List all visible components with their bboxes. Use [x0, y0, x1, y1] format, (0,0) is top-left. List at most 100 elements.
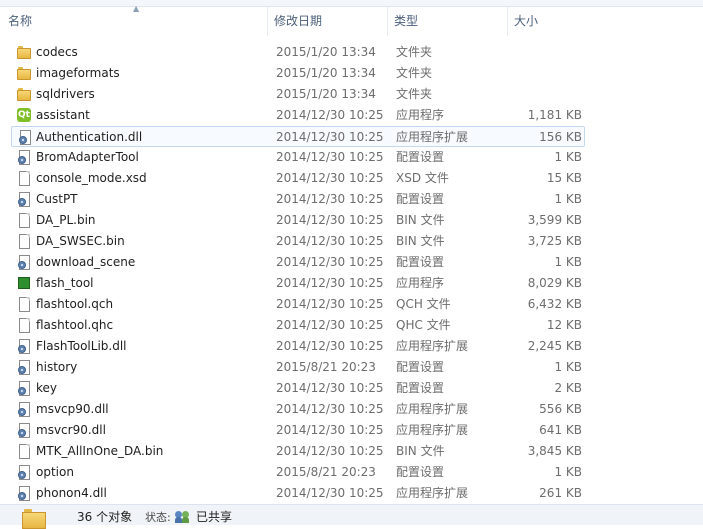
file-type: BIN 文件: [396, 234, 445, 248]
file-row[interactable]: DA_SWSEC.bin 2014/12/30 10:25 BIN 文件 3,725 …: [0, 231, 703, 252]
file-type: 应用程序扩展: [396, 130, 469, 144]
file-row[interactable]: phonon4.dll 2014/12/30 10:25 应用程序扩展 261 KB: [0, 483, 703, 504]
file-type: 配置设置: [396, 192, 445, 206]
status-bar: 36 个对象 状态: 已共享: [0, 504, 703, 529]
file-row[interactable]: codecs 2015/1/20 13:34 文件夹: [0, 42, 703, 63]
file-row[interactable]: MTK_AllInOne_DA.bin 2014/12/30 10:25 BIN 文…: [0, 441, 703, 462]
file-name: MTK_AllInOne_DA.bin: [36, 444, 164, 458]
share-status: 已共享: [196, 510, 233, 524]
file-type: 应用程序: [396, 276, 445, 290]
flash-app-icon: [17, 276, 31, 291]
folder-icon: [17, 87, 31, 102]
file-size: 1 KB: [554, 150, 582, 164]
file-row[interactable]: BromAdapterTool 2014/12/30 10:25 配置设置 1 KB: [0, 147, 703, 168]
file-row[interactable]: console_mode.xsd 2014/12/30 10:25 XSD 文件 15…: [0, 168, 703, 189]
file-date: 2014/12/30 10:25: [276, 402, 384, 416]
file-type: 配置设置: [396, 381, 445, 395]
file-name: assistant: [36, 108, 90, 122]
file-size: 3,725 KB: [527, 234, 582, 248]
file-size: 156 KB: [539, 130, 582, 144]
file-name: phonon4.dll: [36, 486, 107, 500]
file-row[interactable]: DA_PL.bin 2014/12/30 10:25 BIN 文件 3,599 KB: [0, 210, 703, 231]
file-size: 641 KB: [539, 423, 582, 437]
file-size: 1,181 KB: [527, 108, 582, 122]
file-type: 应用程序扩展: [396, 339, 469, 353]
column-header-size[interactable]: 大小: [508, 6, 585, 36]
file-date: 2014/12/30 10:25: [276, 423, 384, 437]
column-header-date[interactable]: 修改日期: [268, 6, 388, 36]
file-date: 2015/8/21 20:23: [276, 360, 376, 374]
file-name: option: [36, 465, 74, 479]
file-icon: [17, 171, 31, 186]
file-type: QCH 文件: [396, 297, 451, 311]
folder-large-icon: [22, 509, 46, 529]
file-size: 8,029 KB: [527, 276, 582, 290]
file-row[interactable]: history 2015/8/21 20:23 配置设置 1 KB: [0, 357, 703, 378]
file-row[interactable]: msvcr90.dll 2014/12/30 10:25 应用程序扩展 641 KB: [0, 420, 703, 441]
file-date: 2015/1/20 13:34: [276, 45, 376, 59]
file-name: Authentication.dll: [36, 130, 143, 144]
qt-app-icon: Qt: [17, 108, 31, 122]
file-row[interactable]: FlashToolLib.dll 2014/12/30 10:25 应用程序扩展 2,…: [0, 336, 703, 357]
file-row[interactable]: key 2014/12/30 10:25 配置设置 2 KB: [0, 378, 703, 399]
file-type: 配置设置: [396, 360, 445, 374]
file-type: QHC 文件: [396, 318, 451, 332]
file-size: 556 KB: [539, 402, 582, 416]
dll-icon: [17, 486, 31, 501]
config-icon: [17, 255, 31, 270]
file-name: flashtool.qhc: [36, 318, 114, 332]
file-type: 文件夹: [396, 87, 433, 101]
file-type: 文件夹: [396, 45, 433, 59]
dll-icon: [17, 423, 31, 438]
file-date: 2014/12/30 10:25: [276, 318, 384, 332]
file-size: 1 KB: [554, 465, 582, 479]
file-size: 6,432 KB: [527, 297, 582, 311]
file-type: XSD 文件: [396, 171, 449, 185]
file-name: flash_tool: [36, 276, 94, 290]
column-header-type[interactable]: 类型: [388, 6, 508, 36]
file-size: 2 KB: [554, 381, 582, 395]
file-date: 2014/12/30 10:25: [276, 486, 384, 500]
file-row[interactable]: msvcp90.dll 2014/12/30 10:25 应用程序扩展 556 KB: [0, 399, 703, 420]
file-date: 2014/12/30 10:25: [276, 150, 384, 164]
file-date: 2014/12/30 10:25: [276, 381, 384, 395]
file-date: 2014/12/30 10:25: [276, 444, 384, 458]
file-date: 2015/8/21 20:23: [276, 465, 376, 479]
file-row[interactable]: Authentication.dll 2014/12/30 10:25 应用程序扩展…: [11, 126, 585, 147]
file-name: CustPT: [36, 192, 78, 206]
file-date: 2014/12/30 10:25: [276, 234, 384, 248]
file-row[interactable]: download_scene 2014/12/30 10:25 配置设置 1 KB: [0, 252, 703, 273]
file-date: 2014/12/30 10:25: [276, 108, 384, 122]
config-icon: [17, 465, 31, 480]
file-row[interactable]: flashtool.qhc 2014/12/30 10:25 QHC 文件 12 KB: [0, 315, 703, 336]
file-size: 1 KB: [554, 255, 582, 269]
shared-users-icon: [175, 509, 191, 523]
file-date: 2014/12/30 10:25: [276, 276, 384, 290]
column-header-name[interactable]: 名称: [0, 6, 268, 36]
file-date: 2015/1/20 13:34: [276, 87, 376, 101]
dll-icon: [18, 130, 32, 145]
file-row[interactable]: flash_tool 2014/12/30 10:25 应用程序 8,029 KB: [0, 273, 703, 294]
file-name: DA_PL.bin: [36, 213, 96, 227]
file-row[interactable]: sqldrivers 2015/1/20 13:34 文件夹: [0, 84, 703, 105]
config-icon: [17, 360, 31, 375]
file-name: codecs: [36, 45, 78, 59]
dll-icon: [17, 402, 31, 417]
file-size: 1 KB: [554, 192, 582, 206]
file-row[interactable]: imageformats 2015/1/20 13:34 文件夹: [0, 63, 703, 84]
file-row[interactable]: option 2015/8/21 20:23 配置设置 1 KB: [0, 462, 703, 483]
file-row[interactable]: CustPT 2014/12/30 10:25 配置设置 1 KB: [0, 189, 703, 210]
file-type: BIN 文件: [396, 444, 445, 458]
file-name: imageformats: [36, 66, 120, 80]
file-type: 配置设置: [396, 150, 445, 164]
file-type: 应用程序: [396, 108, 445, 122]
file-row[interactable]: Qt assistant 2014/12/30 10:25 应用程序 1,181 KB: [0, 105, 703, 126]
folder-icon: [17, 45, 31, 60]
file-list: codecs 2015/1/20 13:34 文件夹 imageformats 2015…: [0, 42, 703, 504]
file-date: 2014/12/30 10:25: [276, 213, 384, 227]
config-icon: [17, 381, 31, 396]
file-icon: [17, 297, 31, 312]
file-date: 2014/12/30 10:25: [276, 255, 384, 269]
file-type: 应用程序扩展: [396, 402, 469, 416]
file-row[interactable]: flashtool.qch 2014/12/30 10:25 QCH 文件 6,432…: [0, 294, 703, 315]
